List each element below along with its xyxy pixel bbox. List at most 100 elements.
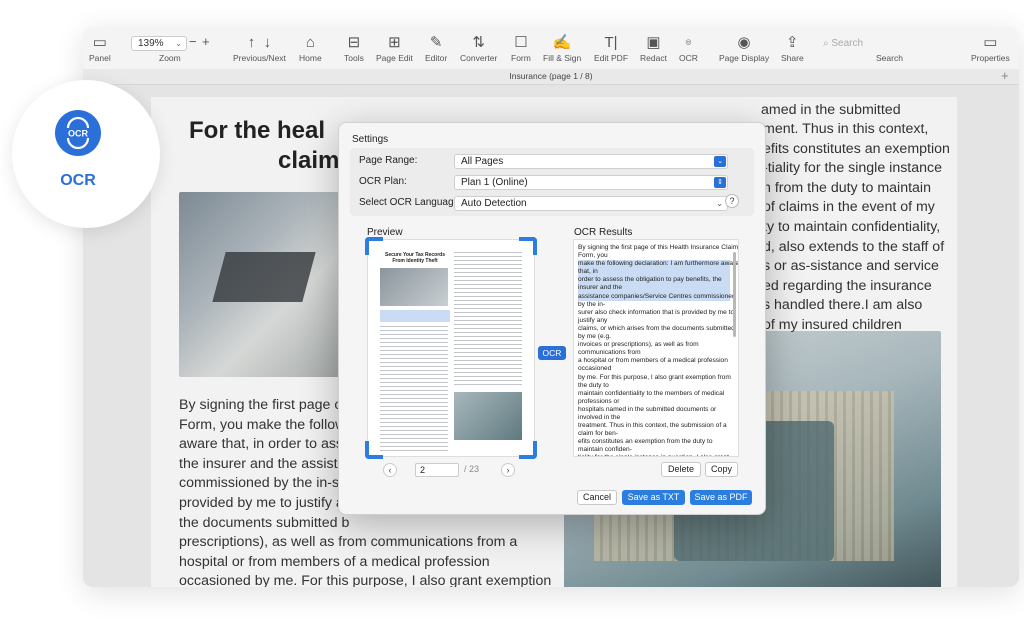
chevron-right-icon: › bbox=[506, 465, 510, 475]
dialog-title: Settings bbox=[352, 134, 389, 145]
ocr-badge-label: OCR bbox=[60, 172, 96, 189]
previous-page-button[interactable]: ‹ bbox=[383, 463, 397, 477]
ocr-result-line: involved in the bbox=[578, 413, 621, 421]
chevron-left-icon: ‹ bbox=[388, 465, 392, 475]
run-ocr-button[interactable]: OCR bbox=[538, 346, 566, 360]
arrow-up-down-icon: ↑ ↓ bbox=[247, 34, 272, 51]
edit-pdf-button[interactable]: T| Edit PDF bbox=[594, 35, 628, 64]
ocr-icon: OCR bbox=[66, 116, 90, 150]
ocr-result-line: by me. For this purpose, I also grant ex… bbox=[578, 373, 731, 381]
converter-button[interactable]: ⇅ Converter bbox=[460, 34, 497, 64]
save-as-pdf-button[interactable]: Save as PDF bbox=[690, 490, 752, 505]
left-text-line: prescriptions), as well as from communic… bbox=[179, 534, 518, 551]
search-input[interactable]: ⌕ Search bbox=[823, 36, 953, 51]
page-range-select[interactable]: All Pages ⌄ bbox=[454, 154, 728, 169]
ocr-toolbar-button[interactable]: ◎ OCR bbox=[679, 35, 698, 63]
crop-handle-bottom-right[interactable] bbox=[519, 441, 537, 459]
left-text-line: the documents submitted b bbox=[179, 514, 350, 531]
previous-next-button[interactable]: ↑ ↓ Previous/Next bbox=[233, 34, 286, 64]
ocr-result-line: Form, you bbox=[578, 252, 608, 260]
convert-icon: ⇅ bbox=[472, 34, 485, 51]
ocr-result-line: maintain confiden- bbox=[578, 446, 632, 454]
preview-text-left bbox=[380, 326, 448, 452]
settings-panel: Page Range: All Pages ⌄ OCR Plan: Plan 1… bbox=[350, 148, 754, 216]
share-icon: ⇪ bbox=[786, 34, 799, 51]
ocr-result-line: hospitals named in the submitted documen… bbox=[578, 405, 717, 413]
ocr-result-line: claim for ben- bbox=[578, 430, 618, 438]
ocr-result-line: By signing the first page of this Health… bbox=[578, 244, 739, 251]
right-text-line: ed regarding the insurance bbox=[763, 277, 932, 294]
ocr-result-line: assistance companies/Service Centres com… bbox=[578, 292, 736, 301]
ocr-result-line: invoices or prescriptions), as well as f… bbox=[578, 341, 699, 349]
next-page-button[interactable]: › bbox=[501, 463, 515, 477]
help-button[interactable]: ? bbox=[725, 194, 739, 208]
left-text-line: commissioned by the in-su bbox=[179, 475, 347, 492]
ocr-result-line: insurer and the bbox=[578, 284, 730, 293]
ocr-result-line: by the in- bbox=[578, 300, 606, 308]
crop-handle-bottom-left[interactable] bbox=[365, 441, 383, 459]
properties-button[interactable]: ▭ Properties bbox=[971, 35, 1010, 64]
right-text-line: n from the duty to maintain bbox=[763, 179, 931, 196]
page-range-label: Page Range: bbox=[359, 155, 418, 166]
share-button[interactable]: ⇪ Share bbox=[781, 34, 804, 64]
preview-page: Secure Your Tax Records From Identity Th… bbox=[365, 237, 537, 459]
zoom-out-button[interactable]: − bbox=[189, 34, 197, 49]
ocr-plan-select[interactable]: Plan 1 (Online) ⇕ bbox=[454, 175, 728, 190]
form-button[interactable]: ☐ Form bbox=[511, 35, 531, 64]
zoom-label: Zoom bbox=[159, 53, 181, 63]
ocr-result-line: surer also check information that is pro… bbox=[578, 308, 735, 316]
page-number-input[interactable]: 2 bbox=[415, 463, 459, 477]
chevron-updown-icon: ⇕ bbox=[714, 177, 726, 188]
ocr-result-line: treatment. Thus in this context, the sub… bbox=[578, 422, 727, 430]
home-button[interactable]: ⌂ Home bbox=[299, 35, 322, 64]
page-edit-button[interactable]: ⊞ Page Edit bbox=[376, 35, 413, 64]
ocr-result-line: claims, or which arises from the documen… bbox=[578, 324, 735, 332]
ocr-language-label: Select OCR Language: bbox=[359, 197, 462, 208]
copy-button[interactable]: Copy bbox=[705, 462, 738, 477]
cancel-button[interactable]: Cancel bbox=[577, 490, 617, 505]
toolbox-icon: ⊟ bbox=[347, 34, 361, 51]
pen-icon: ✍ bbox=[552, 34, 572, 51]
preview-image-top bbox=[380, 268, 448, 306]
ocr-result-line: occasioned bbox=[578, 365, 612, 373]
crop-handle-top-left[interactable] bbox=[365, 237, 383, 255]
ocr-language-select[interactable]: Auto Detection ⌄ bbox=[454, 196, 728, 211]
right-text-line: efits constitutes an exemption bbox=[763, 140, 950, 157]
ocr-result-line: professions or bbox=[578, 397, 620, 405]
save-as-txt-button[interactable]: Save as TXT bbox=[622, 490, 685, 505]
add-tab-button[interactable]: + bbox=[1001, 68, 1009, 83]
delete-button[interactable]: Delete bbox=[661, 462, 701, 477]
zoom-select[interactable]: 139% ⌄ bbox=[131, 36, 187, 51]
zoom-in-button[interactable]: + bbox=[202, 34, 210, 49]
redact-button[interactable]: ▣ Redact bbox=[640, 35, 667, 64]
page-display-button[interactable]: ◉ Page Display bbox=[719, 35, 769, 64]
page-heading-line-2: claim bbox=[278, 147, 340, 174]
right-text-line: of my insured children bbox=[763, 317, 902, 333]
panel-button[interactable]: ▭ Panel bbox=[89, 35, 111, 64]
ocr-result-line: tiality for the single instance in quest… bbox=[578, 454, 730, 456]
document-tab-title[interactable]: Insurance (page 1 / 8) bbox=[83, 71, 1019, 81]
preview-image-bottom bbox=[454, 392, 522, 440]
ocr-results-text: By signing the first page of this Health… bbox=[578, 244, 739, 456]
tools-button[interactable]: ⊟ Tools bbox=[344, 34, 364, 64]
left-text-line: Form, you make the followi bbox=[179, 416, 349, 433]
chevron-down-icon: ⌄ bbox=[175, 39, 182, 48]
edit-icon: ✎ bbox=[429, 34, 443, 51]
ocr-result-line: maintain confidentiality to the members … bbox=[578, 389, 725, 397]
ocr-result-line: that, in bbox=[578, 268, 730, 277]
right-text-line: s handled there.I am also bbox=[763, 297, 923, 314]
preview-page-title: Secure Your Tax Records From Identity Th… bbox=[384, 252, 446, 264]
results-scrollbar[interactable] bbox=[733, 252, 736, 337]
left-text-line: By signing the first page of bbox=[179, 397, 347, 413]
ocr-plan-label: OCR Plan: bbox=[359, 176, 407, 187]
crop-handle-top-right[interactable] bbox=[519, 237, 537, 255]
fill-sign-button[interactable]: ✍ Fill & Sign bbox=[543, 34, 581, 64]
ocr-settings-dialog: Settings Page Range: All Pages ⌄ OCR Pla… bbox=[338, 122, 766, 515]
editor-button[interactable]: ✎ Editor bbox=[425, 34, 447, 64]
right-text-line: ty to maintain confidentiality, bbox=[763, 219, 941, 235]
right-text-line: s or as-sistance and service bbox=[763, 258, 939, 275]
right-text-line: ment. Thus in this context, bbox=[763, 121, 929, 137]
ocr-results-textarea[interactable]: By signing the first page of this Health… bbox=[573, 239, 739, 457]
preview-text-right bbox=[454, 252, 522, 388]
ocr-result-line: efits constitutes an exemption from the … bbox=[578, 438, 713, 446]
